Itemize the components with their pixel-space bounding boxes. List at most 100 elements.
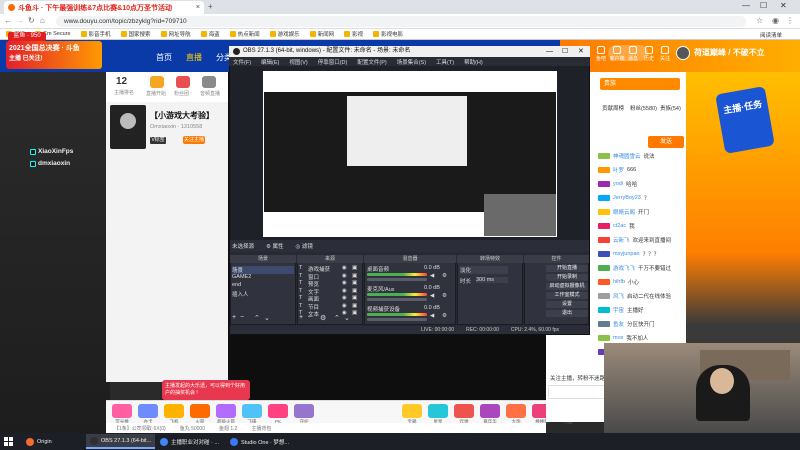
chat-username[interactable]: 游戏飞飞 — [613, 264, 635, 272]
gift-icon[interactable] — [428, 404, 448, 418]
obs-menu-item[interactable]: 停靠窗口(D) — [318, 58, 348, 66]
lock-icon[interactable]: ▣ — [352, 288, 357, 294]
taskbar-item[interactable]: 主播职业对对碰 · ... — [156, 434, 223, 449]
mixer-gear-icon[interactable]: ⚙ — [442, 273, 447, 279]
header-icon-follow[interactable]: 关注 — [654, 46, 676, 62]
user-avatar[interactable] — [676, 46, 690, 60]
browser-tab[interactable]: 斗鱼斗 · 下午最强训练&7点比赛&10点万圣节活动 × — [4, 1, 204, 14]
volume-slider[interactable] — [367, 298, 427, 301]
move-down-icon[interactable]: ⌄ — [264, 314, 270, 322]
chat-username[interactable]: 风飞 — [613, 292, 624, 300]
nav-home[interactable]: 首页 — [156, 52, 172, 63]
add-source-icon[interactable]: + — [299, 314, 303, 321]
follow-button[interactable]: 关注主播 — [183, 136, 205, 144]
gift-icon[interactable] — [164, 404, 184, 418]
gift-icon[interactable] — [402, 404, 422, 418]
chat-username[interactable]: 鱼友 — [613, 320, 624, 328]
speaker-icon[interactable]: ◀ — [430, 293, 434, 299]
scene-item[interactable]: 插入人 — [232, 290, 249, 298]
bookmark-item[interactable]: 新闻网 — [309, 30, 334, 38]
control-button[interactable]: 开始录制 — [546, 274, 588, 281]
move-up-icon[interactable]: ⌃ — [254, 314, 260, 322]
speaker-icon[interactable]: ◀ — [430, 273, 434, 279]
gift-icon[interactable] — [138, 404, 158, 418]
minimize-icon[interactable]: — — [742, 1, 750, 10]
gift-icon[interactable] — [190, 404, 210, 418]
chat-tab-noble[interactable]: 贵族(54) — [660, 104, 681, 112]
bookmark-item[interactable]: 影视电影 — [373, 30, 403, 38]
reading-list[interactable]: 阅读清单 — [760, 31, 782, 39]
visibility-icon[interactable]: ◉ — [342, 303, 347, 309]
remove-scene-icon[interactable]: − — [240, 314, 244, 321]
bottom-info-1[interactable]: 【1条】公司领取·6X(0) — [114, 425, 166, 432]
maximize-icon[interactable]: ☐ — [760, 1, 767, 10]
nav-live[interactable]: 直播 — [186, 52, 202, 63]
gift-icon[interactable] — [242, 404, 262, 418]
gift-icon[interactable] — [268, 404, 288, 418]
url-input[interactable]: www.douyu.com/topic/zbzyklg?rid=709710 — [56, 16, 746, 27]
source-down-icon[interactable]: ⌄ — [344, 314, 350, 322]
control-button[interactable]: 启动虚拟摄像机 — [546, 283, 588, 290]
chat-username[interactable]: ct2ac — [613, 223, 626, 229]
chat-username[interactable]: 眼睛云阁 — [613, 208, 635, 216]
gift-icon[interactable] — [454, 404, 474, 418]
lock-icon[interactable]: ▣ — [352, 303, 357, 309]
obs-maximize-icon[interactable]: ☐ — [562, 46, 568, 57]
star-icon[interactable]: ☆ — [756, 16, 763, 25]
obs-menu-item[interactable]: 场景集合(S) — [397, 58, 426, 66]
chat-username[interactable]: hihfb — [613, 279, 625, 285]
chat-username[interactable]: 云新飞 — [613, 236, 630, 244]
close-tab-icon[interactable]: × — [196, 4, 200, 11]
chat-username[interactable]: JerryBoy23 — [613, 195, 641, 201]
obs-menu-item[interactable]: 帮助(H) — [464, 58, 483, 66]
visibility-icon[interactable]: ◉ — [342, 295, 347, 301]
windows-start-icon[interactable] — [4, 437, 13, 446]
scene-item[interactable]: end — [232, 282, 241, 288]
chat-username[interactable]: yodi — [613, 181, 623, 187]
control-button[interactable]: 工作室模式 — [546, 292, 588, 299]
chat-action-button[interactable]: 发送 — [648, 136, 684, 148]
promo-bubble[interactable]: 主播发起的大乐透，可以得到个好用户的抽奖机会 ! — [162, 380, 250, 400]
forward-icon[interactable]: → — [16, 16, 24, 25]
menu-icon[interactable]: ⋮ — [786, 16, 794, 25]
bookmark-item[interactable]: 网址导航 — [160, 30, 191, 38]
obs-menu-item[interactable]: 编辑(E) — [261, 58, 279, 66]
gift-icon[interactable] — [480, 404, 500, 418]
control-button[interactable]: 开始直播 — [546, 265, 588, 272]
source-settings-icon[interactable]: ⚙ — [320, 314, 326, 322]
remove-source-icon[interactable]: − — [308, 314, 312, 321]
bookmark-item[interactable]: 游戏娱乐 — [269, 30, 300, 38]
lock-icon[interactable]: ▣ — [352, 310, 357, 316]
gift-icon[interactable] — [216, 404, 236, 418]
visibility-icon[interactable]: ◉ — [342, 273, 347, 279]
bottom-info-4[interactable]: 主播背包 — [251, 425, 271, 432]
mixer-gear-icon[interactable]: ⚙ — [442, 313, 447, 319]
obs-menu-item[interactable]: 文件(F) — [233, 58, 251, 66]
lock-icon[interactable]: ▣ — [352, 280, 357, 286]
obs-menu-item[interactable]: 工具(T) — [436, 58, 454, 66]
speaker-icon[interactable]: ◀ — [430, 313, 434, 319]
visibility-icon[interactable]: ◉ — [342, 280, 347, 286]
filters-button[interactable]: ◎ 滤镜 — [296, 242, 313, 250]
task-badge[interactable]: 主播·任务 — [715, 86, 775, 154]
bookmark-item[interactable]: 海盗 — [200, 30, 220, 38]
live-start-icon[interactable] — [150, 76, 164, 88]
mixer-gear-icon[interactable]: ⚙ — [442, 293, 447, 299]
taskbar-item[interactable]: OBS 27.1.3 (64-bit... — [86, 434, 156, 449]
gift-icon[interactable] — [294, 404, 314, 418]
transition-select[interactable]: 淡化 — [460, 266, 508, 274]
control-button[interactable]: 退出 — [546, 310, 588, 317]
visibility-icon[interactable]: ◉ — [342, 265, 347, 271]
gift-icon[interactable] — [506, 404, 526, 418]
chat-username[interactable]: 宇宙 — [613, 306, 624, 314]
chat-tab-contribution[interactable]: 贡献周榜 — [602, 104, 624, 112]
chat-tab-fans[interactable]: 粉丝(5580) — [630, 104, 657, 112]
add-scene-icon[interactable]: + — [232, 314, 236, 321]
reload-icon[interactable]: ↻ — [28, 16, 35, 25]
bookmark-item[interactable]: 影音手机 — [80, 30, 111, 38]
chat-username[interactable]: mox — [613, 335, 623, 341]
bookmark-item[interactable]: 热点新闻 — [229, 30, 260, 38]
lock-icon[interactable]: ▣ — [352, 295, 357, 301]
obs-close-icon[interactable]: ✕ — [578, 46, 584, 57]
visibility-icon[interactable]: ◉ — [342, 288, 347, 294]
